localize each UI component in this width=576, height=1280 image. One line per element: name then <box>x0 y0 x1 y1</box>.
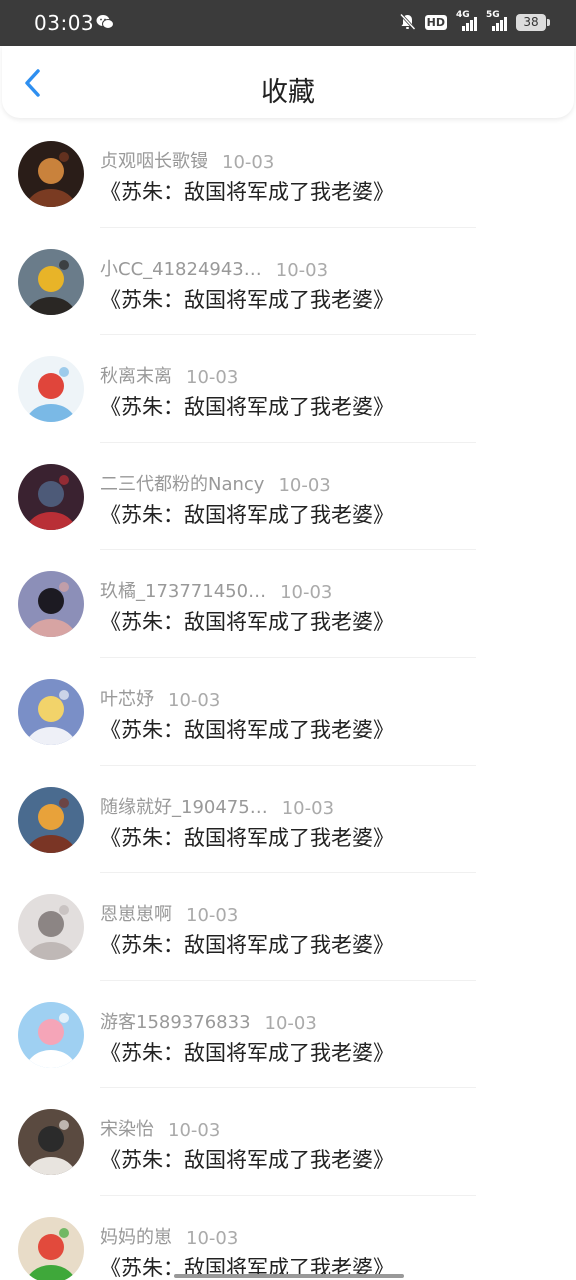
item-title[interactable]: 《苏朱：敌国将军成了我老婆》 <box>100 1144 394 1174</box>
item-meta: 秋离末离 10-03 <box>100 362 238 388</box>
list-item[interactable]: 二三代都粉的Nancy 10-03 《苏朱：敌国将军成了我老婆》 <box>0 443 576 551</box>
item-title[interactable]: 《苏朱：敌国将军成了我老婆》 <box>100 929 394 959</box>
list-item[interactable]: 妈妈的崽 10-03 《苏朱：敌国将军成了我老婆》 <box>0 1196 576 1280</box>
item-meta: 随缘就好_190475… 10-03 <box>100 793 334 819</box>
item-title[interactable]: 《苏朱：敌国将军成了我老婆》 <box>100 176 394 206</box>
item-title[interactable]: 《苏朱：敌国将军成了我老婆》 <box>100 606 394 636</box>
status-bar: 03:03 HD 4G 5G 38 <box>0 0 576 46</box>
user-name[interactable]: 秋离末离 <box>100 362 172 388</box>
list-item[interactable]: 恩崽崽啊 10-03 《苏朱：敌国将军成了我老婆》 <box>0 873 576 981</box>
item-meta: 妈妈的崽 10-03 <box>100 1223 238 1249</box>
list-item[interactable]: 贞观咽长歌镘 10-03 《苏朱：敌国将军成了我老婆》 <box>0 120 576 228</box>
user-name[interactable]: 二三代都粉的Nancy <box>100 470 264 496</box>
item-date: 10-03 <box>186 367 239 389</box>
list-item[interactable]: 宋染怡 10-03 《苏朱：敌国将军成了我老婆》 <box>0 1088 576 1196</box>
user-name[interactable]: 小CC_41824943… <box>100 255 262 281</box>
list-item[interactable]: 秋离末离 10-03 《苏朱：敌国将军成了我老婆》 <box>0 335 576 443</box>
item-meta: 二三代都粉的Nancy 10-03 <box>100 470 331 496</box>
wechat-icon <box>96 14 114 34</box>
status-icons: HD 4G 5G 38 <box>399 10 550 31</box>
item-title[interactable]: 《苏朱：敌国将军成了我老婆》 <box>100 499 394 529</box>
list-item[interactable]: 小CC_41824943… 10-03 《苏朱：敌国将军成了我老婆》 <box>0 228 576 336</box>
user-name[interactable]: 玖橘_173771450… <box>100 577 266 603</box>
signal-4g-icon: 4G <box>456 10 477 31</box>
item-title[interactable]: 《苏朱：敌国将军成了我老婆》 <box>100 284 394 314</box>
list-item[interactable]: 玖橘_173771450… 10-03 《苏朱：敌国将军成了我老婆》 <box>0 550 576 658</box>
avatar[interactable] <box>18 1001 84 1068</box>
user-name[interactable]: 恩崽崽啊 <box>100 900 172 926</box>
item-date: 10-03 <box>168 689 221 711</box>
item-meta: 玖橘_173771450… 10-03 <box>100 577 332 603</box>
user-name[interactable]: 游客1589376833 <box>100 1008 251 1034</box>
home-indicator[interactable] <box>174 1274 404 1278</box>
item-meta: 恩崽崽啊 10-03 <box>100 900 238 926</box>
list-item[interactable]: 随缘就好_190475… 10-03 《苏朱：敌国将军成了我老婆》 <box>0 766 576 874</box>
item-date: 10-03 <box>280 582 333 604</box>
avatar[interactable] <box>18 1109 84 1176</box>
item-date: 10-03 <box>186 1227 239 1249</box>
user-name[interactable]: 妈妈的崽 <box>100 1223 172 1249</box>
avatar[interactable] <box>18 248 84 315</box>
avatar[interactable] <box>18 678 84 745</box>
hd-badge: HD <box>424 14 447 30</box>
avatar[interactable] <box>18 786 84 853</box>
avatar[interactable] <box>18 1216 84 1280</box>
avatar[interactable] <box>18 463 84 530</box>
item-title[interactable]: 《苏朱：敌国将军成了我老婆》 <box>100 714 394 744</box>
item-meta: 叶芯妤 10-03 <box>100 685 220 711</box>
list-item[interactable]: 叶芯妤 10-03 《苏朱：敌国将军成了我老婆》 <box>0 658 576 766</box>
avatar[interactable] <box>18 141 84 207</box>
item-title[interactable]: 《苏朱：敌国将军成了我老婆》 <box>100 1037 394 1067</box>
user-name[interactable]: 贞观咽长歌镘 <box>100 147 208 173</box>
page-title: 收藏 <box>261 77 315 108</box>
item-meta: 游客1589376833 10-03 <box>100 1008 317 1034</box>
user-name[interactable]: 随缘就好_190475… <box>100 793 268 819</box>
signal-5g-icon: 5G <box>486 10 507 31</box>
item-title[interactable]: 《苏朱：敌国将军成了我老婆》 <box>100 391 394 421</box>
item-meta: 小CC_41824943… 10-03 <box>100 255 328 281</box>
item-date: 10-03 <box>275 259 329 281</box>
net-4g-label: 4G <box>456 10 470 20</box>
item-date: 10-03 <box>278 474 331 496</box>
nav-bar: 收藏 <box>2 46 574 118</box>
item-date: 10-03 <box>168 1120 221 1142</box>
net-5g-label: 5G <box>486 10 500 20</box>
avatar[interactable] <box>18 356 84 423</box>
item-meta: 贞观咽长歌镘 10-03 <box>100 147 274 173</box>
avatar[interactable] <box>18 571 84 638</box>
item-title[interactable]: 《苏朱：敌国将军成了我老婆》 <box>100 822 394 852</box>
bell-off-icon <box>399 13 416 31</box>
item-date: 10-03 <box>186 905 239 927</box>
battery-icon: 38 <box>516 13 550 31</box>
favorites-list: 贞观咽长歌镘 10-03 《苏朱：敌国将军成了我老婆》 小CC_41824943… 10… <box>0 120 576 1280</box>
item-date: 10-03 <box>281 797 335 819</box>
item-date: 10-03 <box>222 152 275 173</box>
status-time: 03:03 <box>34 11 95 35</box>
item-meta: 宋染怡 10-03 <box>100 1115 220 1141</box>
avatar[interactable] <box>18 894 84 961</box>
user-name[interactable]: 叶芯妤 <box>100 685 154 711</box>
user-name[interactable]: 宋染怡 <box>100 1115 154 1141</box>
list-item[interactable]: 游客1589376833 10-03 《苏朱：敌国将军成了我老婆》 <box>0 981 576 1089</box>
item-date: 10-03 <box>264 1012 317 1034</box>
